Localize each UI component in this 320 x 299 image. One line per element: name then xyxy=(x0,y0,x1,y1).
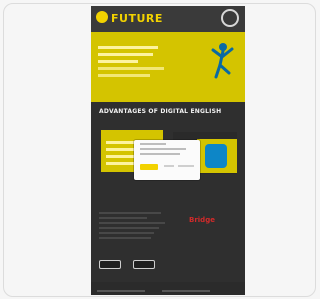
footer-line xyxy=(99,237,151,239)
google-play-button[interactable] xyxy=(133,260,155,269)
section-header: ADVANTAGES OF DIGITAL ENGLISH xyxy=(91,102,245,121)
modal-link[interactable] xyxy=(178,165,194,167)
hero-line xyxy=(98,46,158,49)
modal-line xyxy=(140,153,180,155)
modal-link[interactable] xyxy=(164,165,174,167)
hero-text-block xyxy=(98,42,168,81)
badge-circle-icon xyxy=(221,9,239,27)
cookie-consent-modal xyxy=(134,140,200,180)
hero-line xyxy=(98,60,138,63)
footer-line xyxy=(99,222,165,224)
hero-line xyxy=(98,67,164,70)
hero-line xyxy=(98,53,153,56)
footer-line xyxy=(99,232,154,234)
hero-line xyxy=(98,74,150,77)
bottom-links-bar xyxy=(91,282,245,295)
logo-text: FUTURE xyxy=(111,12,163,25)
footer-line xyxy=(99,227,159,229)
footer-line xyxy=(99,212,161,214)
jumping-person-illustration xyxy=(211,43,234,79)
footer-text-block xyxy=(99,209,169,242)
feature-line xyxy=(106,162,134,165)
promo-image xyxy=(197,139,237,173)
bottom-line xyxy=(162,290,211,292)
modal-line xyxy=(140,148,186,150)
section-title: ADVANTAGES OF DIGITAL ENGLISH xyxy=(99,108,222,115)
modal-line xyxy=(140,143,166,145)
footer-line xyxy=(99,217,147,219)
accept-button[interactable] xyxy=(140,164,158,170)
app-store-button[interactable] xyxy=(99,260,121,269)
hero-banner xyxy=(91,32,245,102)
brand-logo: Bridge xyxy=(189,216,215,224)
mobile-page-preview: FUTURE ADVANTAGES OF DIGITAL ENGLISH Bri… xyxy=(91,6,245,295)
top-bar: FUTURE xyxy=(91,6,245,32)
bottom-line xyxy=(97,290,145,292)
promo-person-image xyxy=(205,144,227,168)
logo-mark-icon xyxy=(96,11,108,23)
